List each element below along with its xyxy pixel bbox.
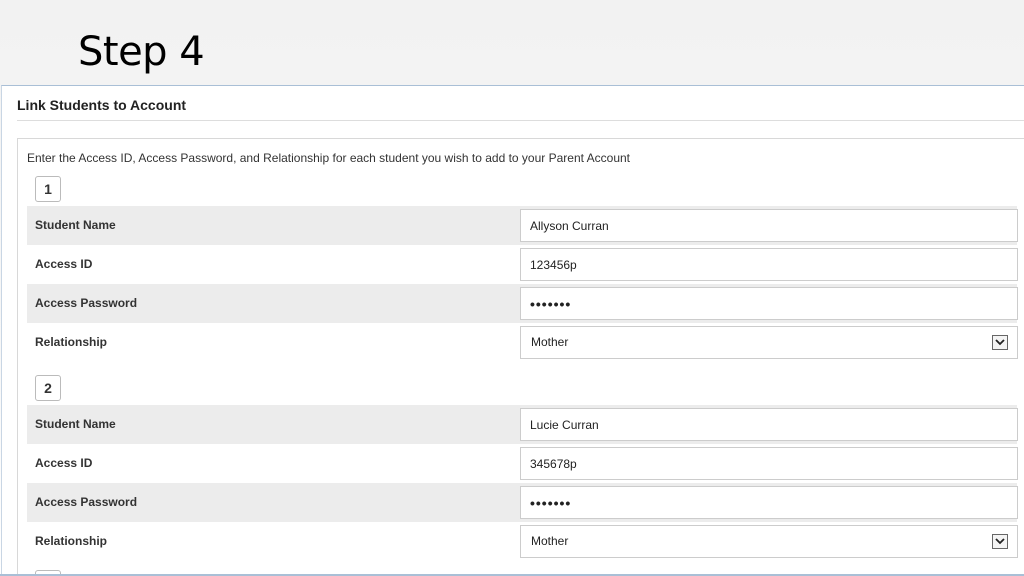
access-id-row: Access ID [27, 245, 1018, 284]
instructions-text: Enter the Access ID, Access Password, an… [27, 151, 630, 165]
student-name-row: Student Name [27, 206, 1018, 245]
section-divider [17, 120, 1024, 121]
relationship-select[interactable]: Mother [520, 525, 1018, 558]
student-name-input[interactable] [520, 209, 1018, 242]
access-password-row: Access Password [27, 483, 1018, 522]
section-title: Link Students to Account [17, 97, 187, 113]
chevron-down-icon[interactable] [992, 534, 1008, 549]
relationship-row: Relationship Mother [27, 323, 1018, 362]
relationship-label: Relationship [35, 534, 108, 548]
access-password-input[interactable] [520, 287, 1018, 320]
chevron-down-icon[interactable] [992, 335, 1008, 350]
student-name-row: Student Name [27, 405, 1018, 444]
relationship-row: Relationship Mother [27, 522, 1018, 561]
student-name-label: Student Name [35, 417, 116, 431]
access-id-label: Access ID [35, 257, 93, 271]
access-id-input[interactable] [520, 447, 1018, 480]
access-id-label: Access ID [35, 456, 93, 470]
access-password-row: Access Password [27, 284, 1018, 323]
access-password-input[interactable] [520, 486, 1018, 519]
relationship-selected-value: Mother [531, 534, 569, 548]
student-number-badge: 1 [35, 176, 61, 202]
relationship-selected-value: Mother [531, 335, 569, 349]
access-password-label: Access Password [35, 495, 138, 509]
access-id-input[interactable] [520, 248, 1018, 281]
relationship-select[interactable]: Mother [520, 326, 1018, 359]
screenshot-frame: Link Students to Account Enter the Acces… [1, 85, 1024, 576]
student-number-badge: 2 [35, 375, 61, 401]
slide-title: Step 4 [78, 29, 205, 75]
student-name-label: Student Name [35, 218, 116, 232]
access-id-row: Access ID [27, 444, 1018, 483]
access-password-label: Access Password [35, 296, 138, 310]
student-name-input[interactable] [520, 408, 1018, 441]
link-students-panel: Enter the Access ID, Access Password, an… [17, 138, 1024, 576]
relationship-label: Relationship [35, 335, 108, 349]
